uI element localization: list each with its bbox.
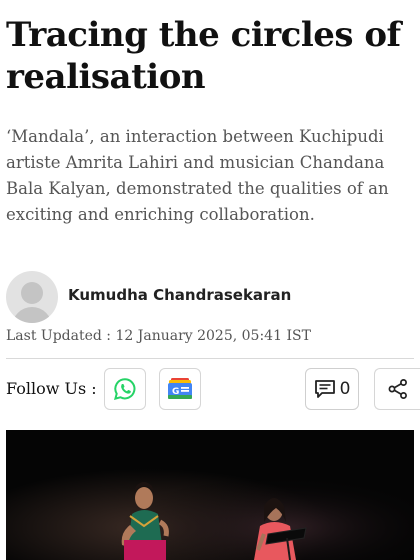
divider [6,358,414,359]
share-icon [388,379,407,399]
follow-us-label: Follow Us : [6,379,97,398]
whatsapp-follow-button[interactable] [104,368,146,410]
svg-text:G: G [172,387,179,397]
article-hero-image[interactable] [6,430,414,560]
share-button[interactable] [374,368,420,410]
avatar-placeholder-body [12,307,52,323]
avatar-placeholder-head [21,282,43,304]
performance-photo [6,430,414,560]
comments-button[interactable]: 0 [305,368,359,410]
google-news-follow-button[interactable]: G [159,368,201,410]
article-headline: Tracing the circles of realisation [6,15,401,97]
comment-icon [314,380,335,398]
last-updated-timestamp: Last Updated : 12 January 2025, 05:41 IS… [6,328,311,344]
whatsapp-icon [113,378,136,400]
author-name-link[interactable]: Kumudha Chandrasekaran [68,286,291,304]
comment-count: 0 [339,379,351,399]
author-avatar[interactable] [6,271,58,323]
google-news-icon: G [168,378,192,399]
article-standfirst: ‘Mandala’, an interaction between Kuchip… [6,127,389,224]
